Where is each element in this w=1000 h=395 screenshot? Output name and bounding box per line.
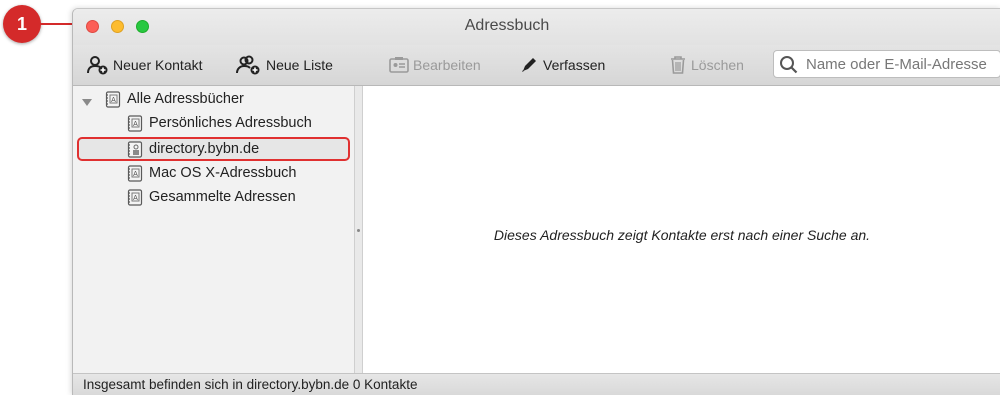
disclosure-triangle-icon[interactable]: [81, 96, 93, 108]
addressbook-icon: A: [127, 188, 143, 206]
addressbook-icon: A: [127, 164, 143, 182]
splitter-grip: [357, 229, 360, 232]
svg-text:A: A: [133, 195, 138, 202]
empty-message: Dieses Adressbuch zeigt Kontakte erst na…: [493, 227, 871, 243]
sidebar-item-macos[interactable]: A Mac OS X-Adressbuch: [127, 162, 296, 184]
svg-text:A: A: [111, 97, 116, 104]
delete-button[interactable]: Löschen: [669, 53, 744, 77]
status-bar: Insgesamt befinden sich in directory.byb…: [73, 373, 1000, 395]
sidebar-item-collected[interactable]: A Gesammelte Adressen: [127, 186, 296, 208]
list-add-icon: [236, 55, 260, 75]
sidebar-item-label: Persönliches Adressbuch: [149, 115, 312, 131]
new-contact-button[interactable]: Neuer Kontakt: [87, 53, 203, 77]
new-contact-label: Neuer Kontakt: [113, 57, 203, 73]
pen-icon: [522, 58, 536, 72]
svg-text:A: A: [133, 171, 138, 178]
edit-card-icon: [389, 57, 409, 73]
sidebar-item-all-addressbooks[interactable]: A Alle Adressbücher: [105, 88, 244, 110]
contact-add-icon: [87, 56, 108, 75]
compose-button[interactable]: Verfassen: [519, 53, 605, 77]
contacts-pane: Dieses Adressbuch zeigt Kontakte erst na…: [363, 86, 1000, 373]
callout-marker: 1: [3, 5, 41, 43]
pane-splitter[interactable]: [354, 86, 363, 373]
toolbar: Neuer Kontakt Neue Liste Bearbeiten Verf…: [73, 45, 1000, 86]
search-input[interactable]: [804, 54, 998, 74]
addressbook-icon: A: [127, 114, 143, 132]
sidebar-item-personal[interactable]: A Persönliches Adressbuch: [127, 112, 312, 134]
sidebar-root-label: Alle Adressbücher: [127, 91, 244, 107]
trash-icon: [671, 56, 685, 74]
status-text: Insgesamt befinden sich in directory.byb…: [83, 377, 418, 392]
ldap-addressbook-icon: [127, 140, 143, 158]
addressbook-window: Adressbuch Neuer Kontakt Neue Liste Bear…: [72, 8, 1000, 395]
svg-text:A: A: [133, 121, 138, 128]
compose-label: Verfassen: [543, 57, 606, 73]
addressbook-icon: A: [105, 90, 121, 108]
delete-label: Löschen: [691, 57, 744, 73]
new-list-button[interactable]: Neue Liste: [236, 53, 333, 77]
edit-label: Bearbeiten: [413, 57, 481, 73]
sidebar-item-directory[interactable]: directory.bybn.de: [127, 138, 259, 160]
sidebar-item-label: Gesammelte Adressen: [149, 189, 296, 205]
sidebar-item-label: Mac OS X-Adressbuch: [149, 165, 297, 181]
new-list-label: Neue Liste: [266, 57, 333, 73]
sidebar-item-label: directory.bybn.de: [149, 141, 260, 157]
window-title: Adressbuch: [464, 17, 550, 34]
search-field[interactable]: [773, 50, 1000, 78]
search-icon: [780, 56, 798, 74]
edit-button[interactable]: Bearbeiten: [389, 53, 481, 77]
title-bar: Adressbuch: [73, 9, 1000, 45]
